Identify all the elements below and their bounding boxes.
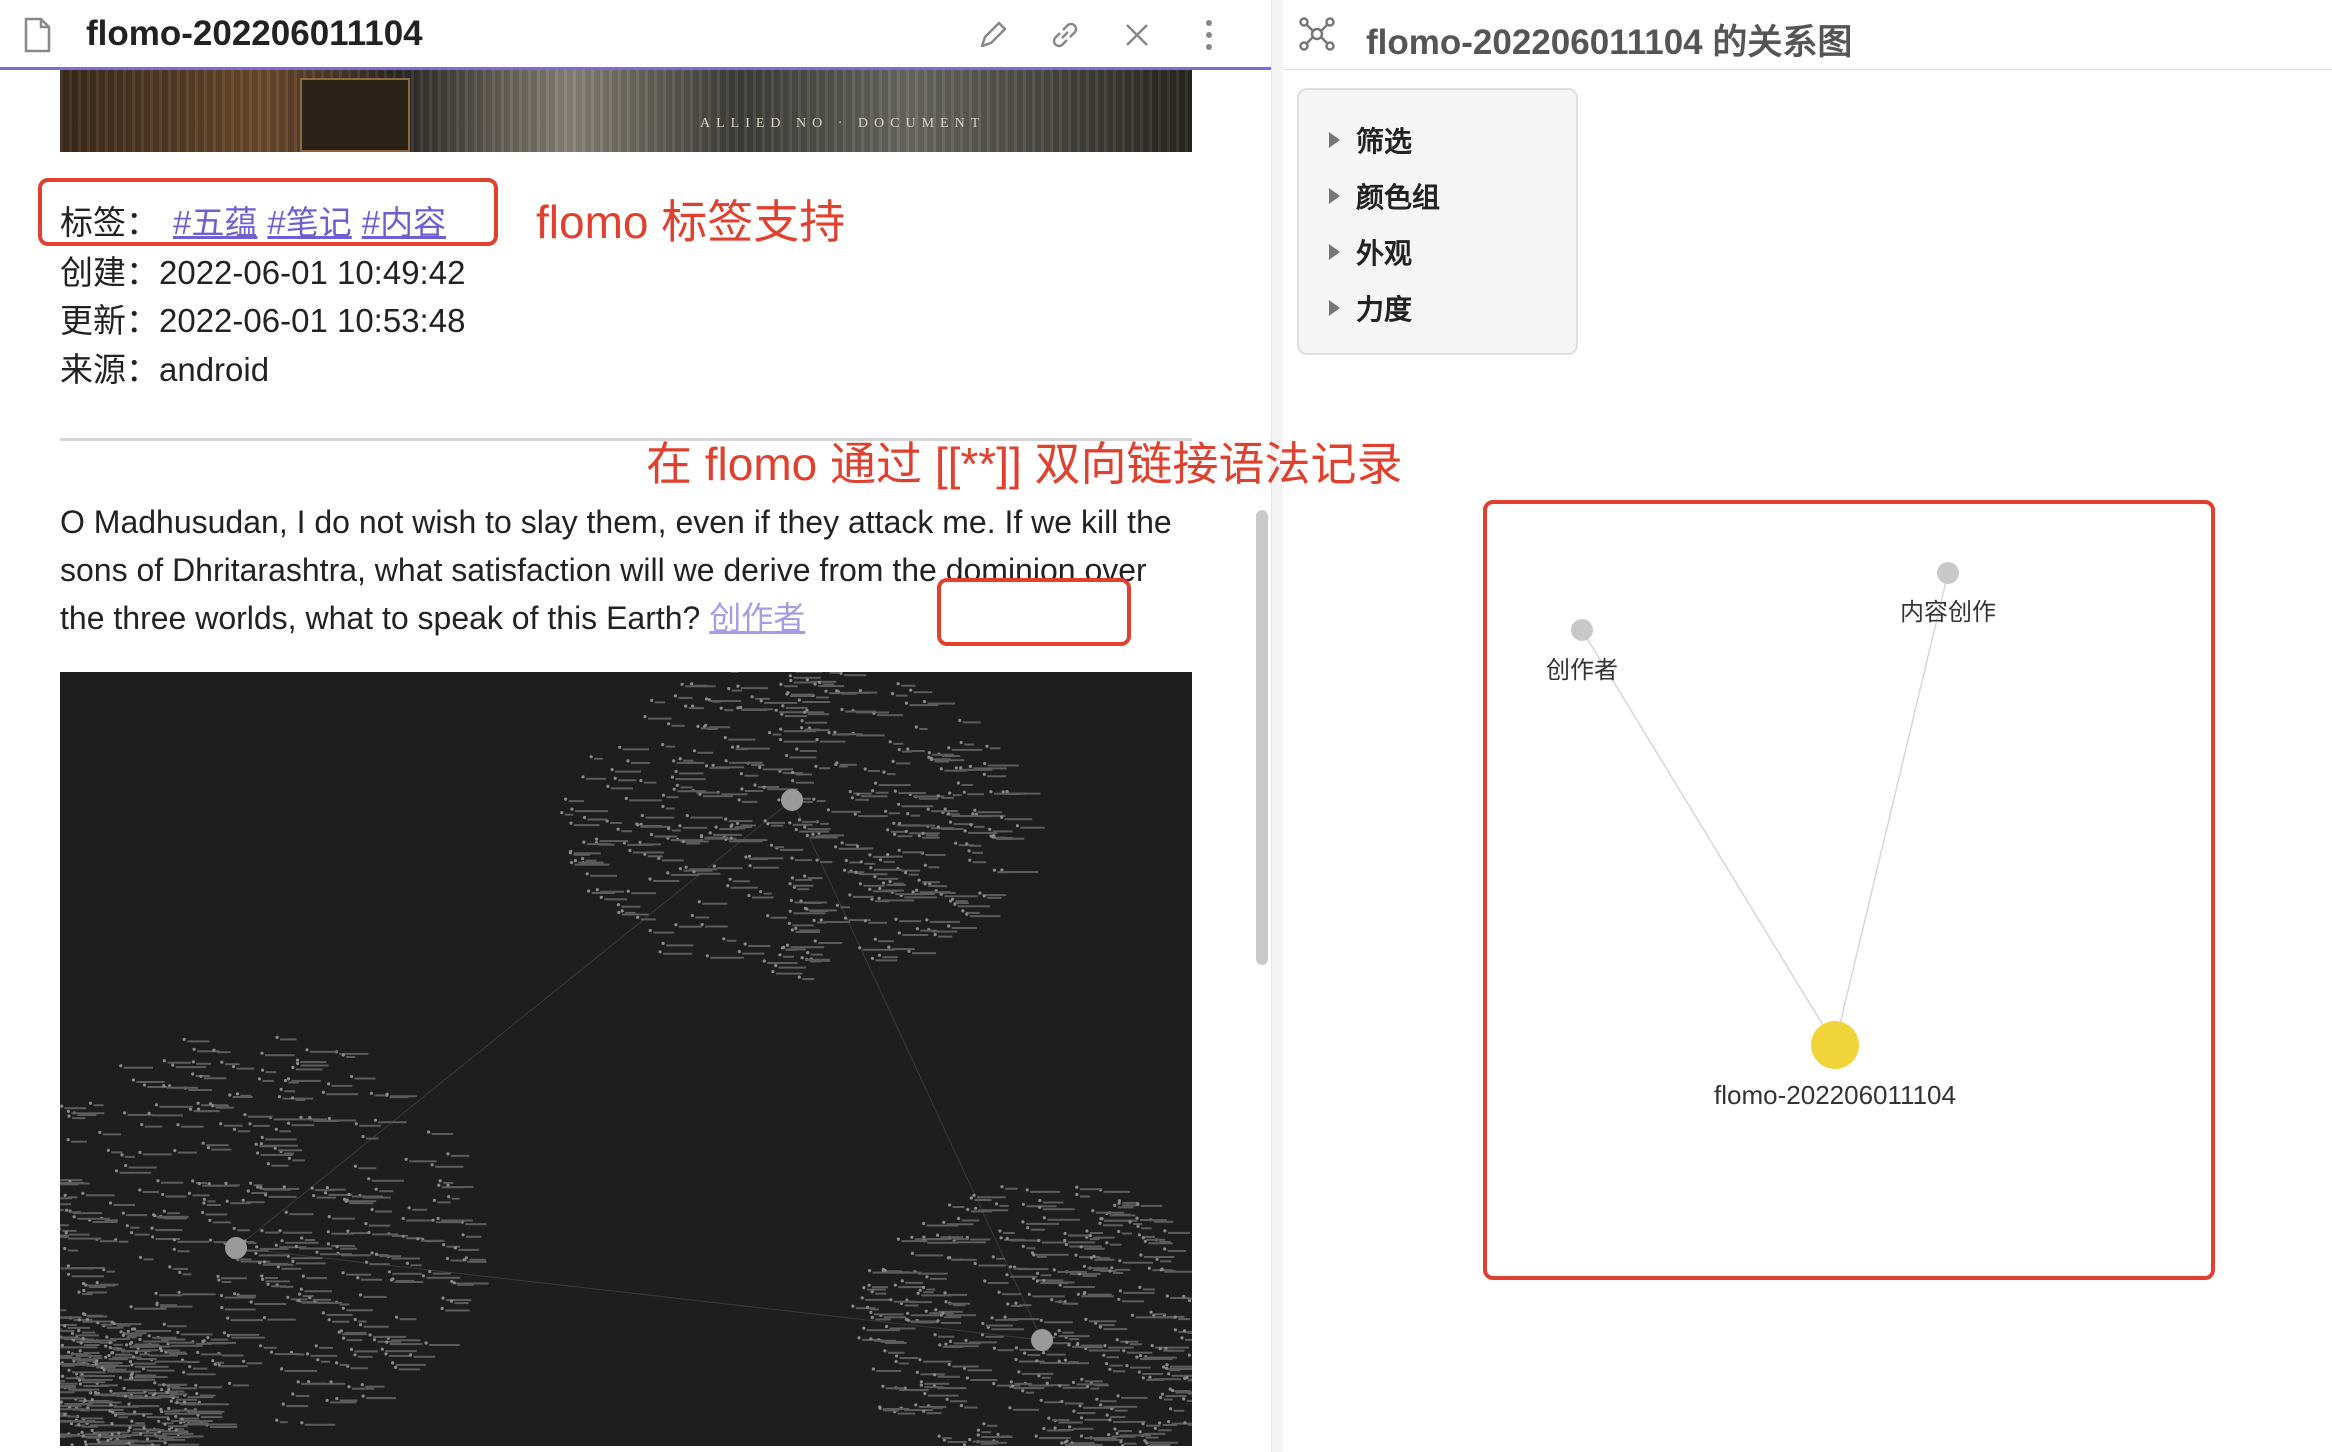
graph-node-current-note[interactable] [1811, 1021, 1859, 1069]
node-label: 创作者 [1546, 657, 1618, 684]
source: 来源：android [60, 351, 270, 388]
graph-pane: flomo-202206011104 的关系图 筛选 颜色组 外观 力度 创作者… [1283, 0, 2332, 1452]
node-label: 内容创作 [1900, 599, 1996, 626]
link-icon[interactable] [1046, 16, 1084, 54]
file-icon [22, 16, 52, 54]
creator-link[interactable]: 创作者 [709, 600, 805, 636]
created-date: 创建：2022-06-01 10:49:42 [60, 254, 466, 291]
link-syntax-annotation: 在 flomo 通过 [[**]] 双向链接语法记录 [646, 438, 1403, 490]
note-tab-header: flomo-202206011104 [0, 0, 1271, 70]
banner-caption: ALLIED NO · DOCUMENT [700, 116, 986, 131]
scrollbar[interactable] [1254, 70, 1268, 1452]
edit-icon[interactable] [974, 16, 1012, 54]
global-graph-screenshot [60, 672, 1192, 1446]
graph-edge [1834, 572, 1949, 1046]
tag-support-annotation: flomo 标签支持 [536, 196, 846, 248]
pane-divider[interactable] [1272, 0, 1283, 1452]
tag-annotation-box [38, 178, 498, 246]
scroll-thumb[interactable] [1256, 510, 1268, 965]
node-label: flomo-202206011104 [1714, 1080, 1956, 1110]
allied-logo [300, 78, 410, 152]
graph-node-content-creation[interactable] [1937, 562, 1959, 584]
local-graph[interactable] [1283, 0, 2332, 1452]
updated-date: 更新：2022-06-01 10:53:48 [60, 302, 466, 339]
note-pane: flomo-202206011104 ALLIED NO · DOCUMENT … [0, 0, 1272, 1452]
graph-edge [1581, 629, 1836, 1046]
link-annotation-box [937, 578, 1131, 646]
more-options-icon[interactable] [1190, 16, 1228, 54]
note-banner-image: ALLIED NO · DOCUMENT [60, 70, 1192, 152]
note-title: flomo-202206011104 [86, 14, 423, 53]
graph-node-creator[interactable] [1571, 619, 1593, 641]
close-icon[interactable] [1118, 16, 1156, 54]
